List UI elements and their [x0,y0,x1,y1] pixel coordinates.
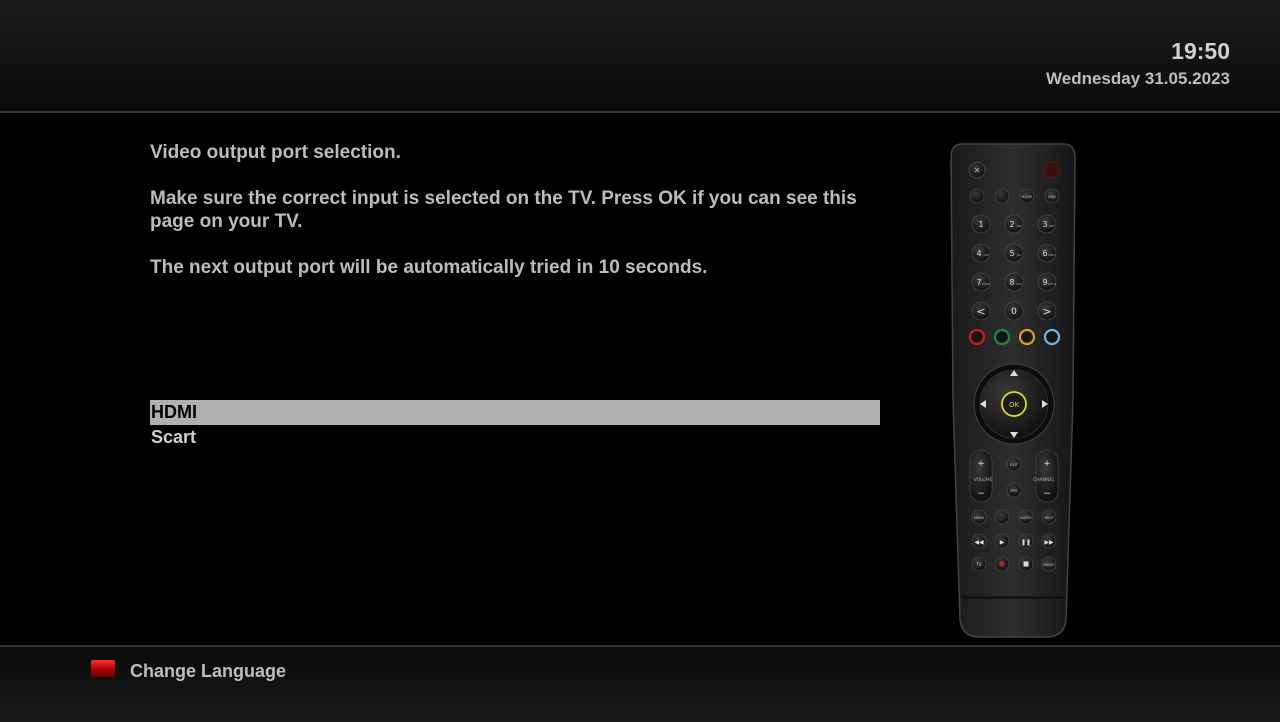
digit-key-5-label: 5 [1009,249,1014,258]
svg-text:▶: ▶ [1000,539,1005,546]
red-key-icon[interactable] [91,660,115,677]
output-port-list[interactable]: HDMI Scart [150,400,880,450]
yellow-color-key [1018,328,1036,346]
key-exit: EXIT [1010,463,1019,467]
digit-key-1-label: 1 [978,220,983,229]
key-end: END [1048,195,1056,199]
timer-text: The next output port will be automatical… [150,257,708,278]
digit-key-4-label: 4 [976,249,981,258]
change-language-label[interactable]: Change Language [130,661,286,682]
header: 19:50 Wednesday 31.05.2023 [0,0,1280,113]
digit-key-9-letters: WXYZ [1048,282,1057,286]
red-color-key [968,328,986,346]
instruction-text: Make sure the correct input is selected … [150,188,857,232]
svg-text:◀◀: ◀◀ [974,539,984,546]
digit-key-8-label: 8 [1009,278,1014,287]
svg-text:>: > [1042,305,1051,318]
key-menu: MENU [974,516,985,520]
digit-key-7-letters: PQRS [982,282,990,286]
digit-key-2-letters: ABC [1016,224,1022,228]
digit-key-3-letters: DEF [1049,224,1055,228]
key-audio: AUDIO [1020,516,1032,520]
svg-text:❚❚: ❚❚ [1021,539,1031,546]
svg-text:✕: ✕ [974,166,981,175]
key-radio: RADIO [1043,563,1054,567]
key-epg: EPG [1010,489,1017,493]
key-zero: 0 [1011,307,1017,317]
svg-text:−: − [977,489,985,499]
remote-control-illustration: ✕ HOME END 1 2 ABC 3 DEF 4 GHI 5 JKL 6 MNO 7 PQRS 8 TU… [950,143,1076,638]
label-channel: CHANNEL [1033,477,1055,483]
svg-text:<: < [976,305,985,318]
key-home: HOME [1022,195,1033,199]
digit-key-5-letters: JKL [1016,253,1022,257]
digit-key-2-label: 2 [1009,220,1014,229]
green-color-key [993,328,1011,346]
blue-color-key [1043,328,1061,346]
label-volume: VOLUME [974,477,993,483]
port-item-hdmi[interactable]: HDMI [150,400,880,425]
clock-date: Wednesday 31.05.2023 [1046,69,1230,88]
svg-text:+: + [1043,459,1051,469]
clock-time: 19:50 [1171,38,1230,64]
port-item-scart[interactable]: Scart [150,425,880,450]
key-tv: TV [975,562,981,567]
page-title: Video output port selection. [150,142,401,163]
power-icon [1043,161,1061,179]
record-icon [999,561,1005,567]
remote-digit-keys: 1 2 ABC 3 DEF4 GHI 5 JKL 6 MNO7 PQRS 8 TUV 9 WXYZ [971,214,1057,292]
svg-text:+: + [977,459,985,469]
digit-key-6-label: 6 [1042,249,1047,258]
key-ok: OK [1009,401,1020,409]
stop-icon [1023,561,1029,567]
svg-text:−: − [1043,489,1051,499]
svg-text:▶▶: ▶▶ [1044,539,1054,546]
digit-key-8-letters: TUV [1015,282,1023,286]
digit-key-4-letters: GHI [983,253,989,257]
digit-key-7-label: 7 [976,278,981,287]
footer: Change Language [0,645,1280,722]
remote-nav-row: < 0 > [971,301,1057,321]
digit-key-3-label: 3 [1042,220,1047,229]
digit-key-6-letters: MNO [1048,253,1056,257]
key-help: HELP [1045,516,1054,520]
remote-dpad: OK [973,363,1055,445]
